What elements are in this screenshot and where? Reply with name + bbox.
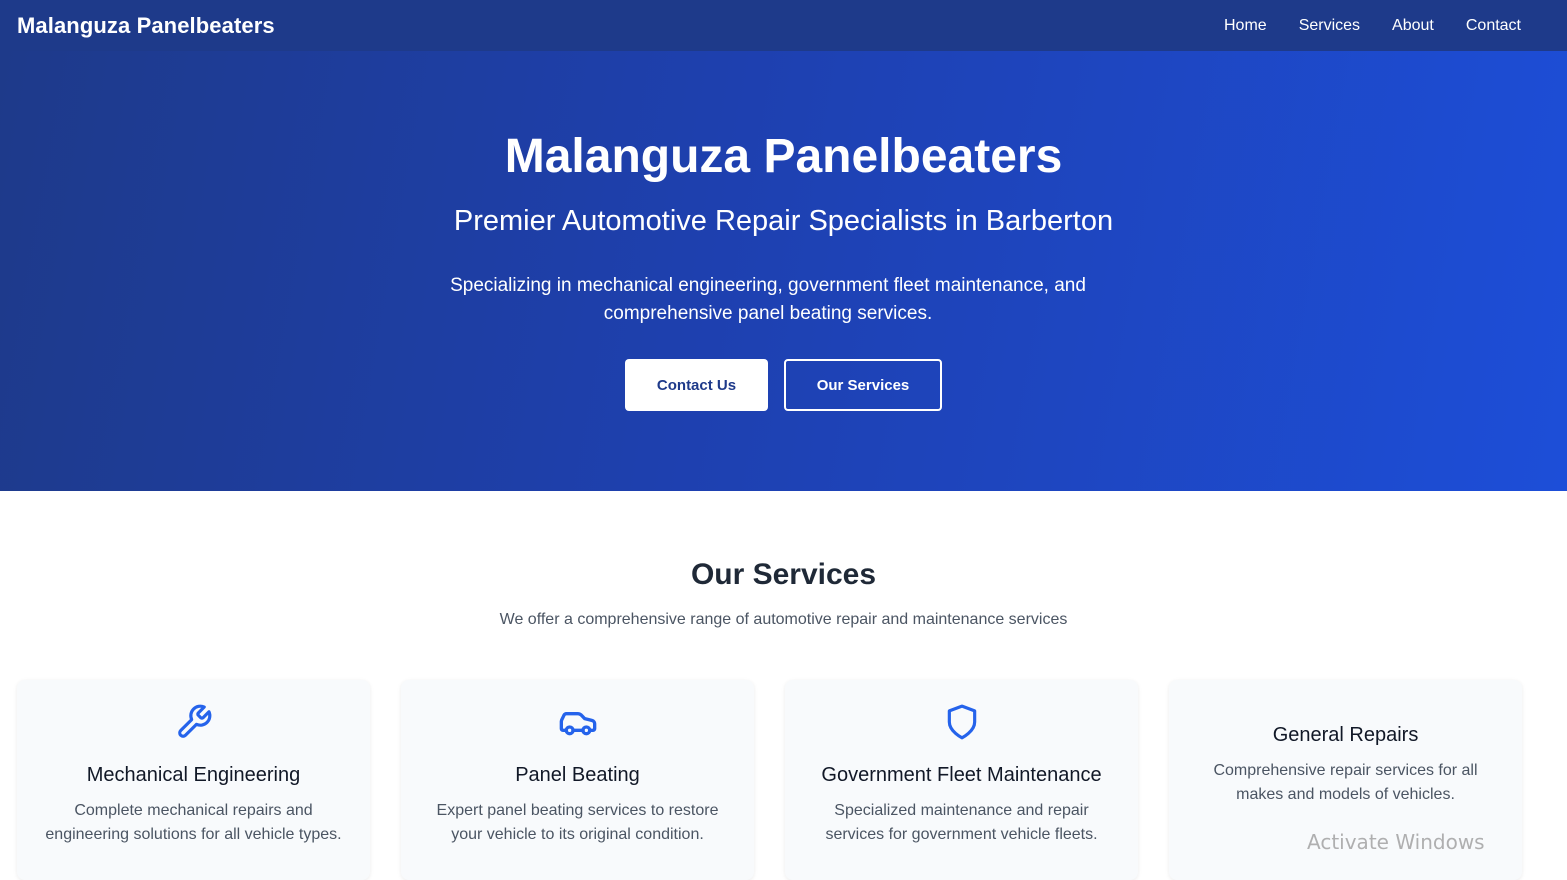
car-icon	[558, 702, 598, 742]
service-card-description: Expert panel beating services to restore…	[436, 802, 719, 843]
service-cards: Mechanical Engineering Complete mechanic…	[17, 680, 1522, 880]
services-title: Our Services	[690, 558, 877, 591]
contact-us-button[interactable]: Contact Us	[625, 359, 768, 411]
nav-link-about[interactable]: About	[1392, 17, 1434, 35]
nav-links: Home Services About Contact	[1224, 17, 1521, 35]
service-card-description: Comprehensive repair services for all ma…	[1213, 762, 1478, 803]
hero-description: Specializing in mechanical engineering, …	[450, 275, 1086, 324]
service-card-panel-beating: Panel Beating Expert panel beating servi…	[401, 680, 754, 880]
hero-buttons: Contact Us Our Services	[0, 359, 1567, 411]
service-card-mechanical: Mechanical Engineering Complete mechanic…	[17, 680, 370, 880]
service-card-title: Government Fleet Maintenance	[821, 764, 1102, 786]
services-subtitle: We offer a comprehensive range of automo…	[499, 611, 1068, 628]
shield-icon	[942, 702, 982, 742]
navbar: Malanguza Panelbeaters Home Services Abo…	[0, 0, 1567, 51]
our-services-button[interactable]: Our Services	[784, 359, 942, 411]
service-card-description: Complete mechanical repairs and engineer…	[45, 802, 342, 843]
hero-section: Malanguza Panelbeaters Premier Automotiv…	[0, 51, 1567, 491]
service-card-title: General Repairs	[1272, 724, 1419, 746]
hero-subtitle: Premier Automotive Repair Specialists in…	[453, 205, 1114, 237]
service-card-government-fleet: Government Fleet Maintenance Specialized…	[785, 680, 1138, 880]
nav-link-contact[interactable]: Contact	[1466, 17, 1521, 35]
service-card-description: Specialized maintenance and repair servi…	[825, 802, 1098, 843]
service-card-title: Mechanical Engineering	[86, 764, 301, 786]
activate-windows-watermark: Activate Windows	[1307, 830, 1485, 854]
hero-title: Malanguza Panelbeaters	[504, 130, 1063, 183]
brand-logo[interactable]: Malanguza Panelbeaters	[17, 13, 275, 39]
service-card-title: Panel Beating	[515, 764, 640, 786]
nav-link-home[interactable]: Home	[1224, 17, 1267, 35]
nav-link-services[interactable]: Services	[1299, 17, 1360, 35]
wrench-icon	[174, 702, 214, 742]
